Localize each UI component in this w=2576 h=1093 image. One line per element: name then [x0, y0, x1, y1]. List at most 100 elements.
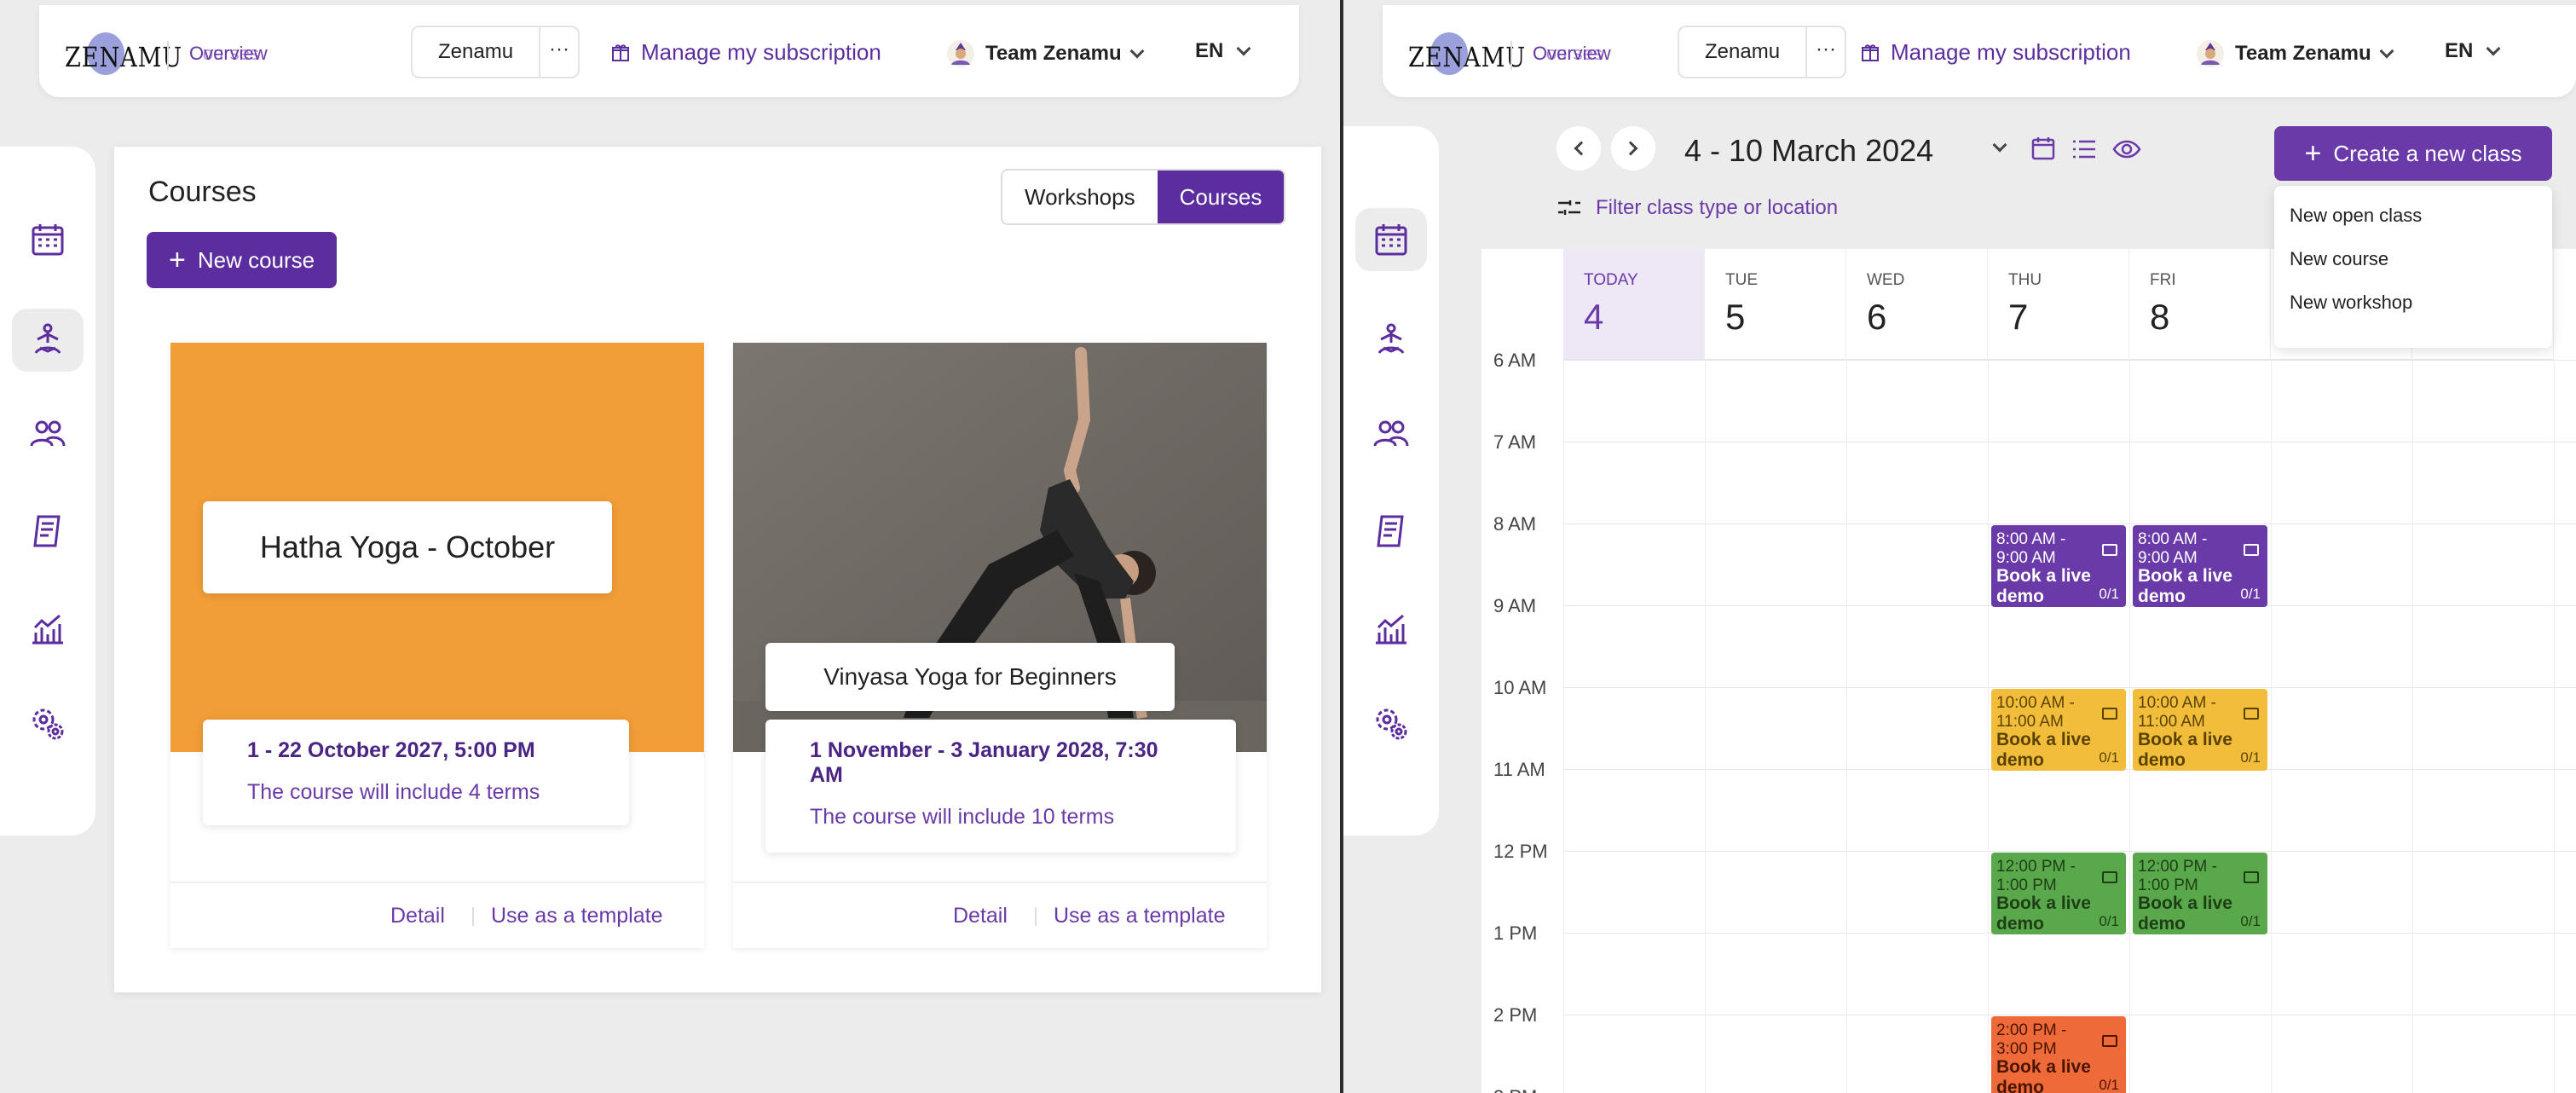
day-header[interactable]: TUE 5: [1705, 249, 1846, 360]
sidebar-item-settings[interactable]: [12, 692, 84, 755]
more-options-button[interactable]: ···: [539, 27, 578, 77]
visibility-icon[interactable]: [2112, 136, 2141, 162]
receipt-icon: [1377, 515, 1404, 547]
menu-item-new-course[interactable]: New course: [2274, 248, 2552, 292]
create-class-button[interactable]: + Create a new class: [2274, 126, 2552, 181]
meditation-icon: [1378, 323, 1405, 354]
day-name: THU: [2008, 271, 2042, 289]
class-event[interactable]: 2:00 PM - 3:00 PM Book a live demo 0/1: [1991, 1016, 2126, 1093]
team-avatar-icon: [2197, 40, 2224, 67]
settings-icon: [1376, 708, 1407, 740]
hour-line: [1563, 360, 2576, 361]
class-event[interactable]: 10:00 AM - 11:00 AM Book a live demo 0/1: [1991, 689, 2126, 771]
sidebar-item-clients[interactable]: [12, 402, 84, 466]
use-as-template-link[interactable]: Use as a template: [1054, 904, 1226, 928]
manage-subscription-link[interactable]: Manage my subscription: [610, 39, 881, 66]
course-card[interactable]: Hatha Yoga - October 1 - 22 October 2027…: [170, 343, 704, 948]
chevron-right-icon: [1623, 141, 1638, 156]
hour-label: 11 AM: [1493, 759, 1545, 780]
manage-subscription-link[interactable]: Manage my subscription: [1860, 39, 2131, 66]
header-divider: [1510, 41, 1512, 70]
overview-link[interactable]: Overview Courses: [189, 43, 268, 65]
filter-class-type[interactable]: Filter class type or location: [1557, 196, 1838, 220]
sidebar-item-calendar[interactable]: [12, 208, 84, 271]
hour-label: 2 PM: [1493, 1004, 1538, 1026]
class-event[interactable]: 8:00 AM - 9:00 AM Book a live demo 0/1: [2133, 525, 2267, 607]
stats-icon: [32, 614, 63, 645]
class-event[interactable]: 12:00 PM - 1:00 PM Book a live demo 0/1: [1991, 853, 2126, 934]
detail-link[interactable]: Detail: [953, 904, 1008, 928]
workspace-switcher[interactable]: Zenamu ···: [411, 26, 580, 78]
calendar-window: ZENAMU Overview Courses Zenamu ··· Manag…: [1343, 0, 2576, 1093]
video-camera-icon: [2244, 871, 2259, 883]
prev-week-button[interactable]: [1557, 126, 1601, 171]
course-terms: The course will include 4 terms: [247, 780, 540, 804]
sidebar-item-payments[interactable]: [12, 500, 84, 563]
language-selector[interactable]: EN: [2445, 39, 2501, 63]
event-capacity: 0/1: [2240, 586, 2261, 602]
gift-icon: [1862, 43, 1879, 61]
day-column-line: [2129, 360, 2130, 1093]
users-icon: [1373, 420, 1409, 447]
course-card-footer: Detail Use as a template: [170, 882, 704, 948]
workspace-name[interactable]: Zenamu: [1679, 27, 1805, 77]
menu-item-new-workshop[interactable]: New workshop: [2274, 292, 2552, 335]
video-camera-icon: [2244, 708, 2259, 720]
more-options-button[interactable]: ···: [1805, 27, 1845, 77]
day-column-line: [1846, 360, 1847, 1093]
header-divider: [167, 41, 169, 70]
workspace-switcher[interactable]: Zenamu ···: [1678, 26, 1847, 78]
sidebar-item-settings[interactable]: [1355, 692, 1427, 755]
sidebar-item-stats[interactable]: [1355, 597, 1427, 660]
calendar-icon: [1375, 224, 1407, 256]
menu-item-new-open-class[interactable]: New open class: [2274, 205, 2552, 248]
chevron-down-icon[interactable]: [1992, 137, 2007, 153]
sidebar-item-courses[interactable]: [12, 309, 84, 372]
overview-link[interactable]: Overview Courses: [1533, 43, 1611, 65]
sidebar-item-courses[interactable]: [1355, 309, 1427, 372]
new-course-button[interactable]: + New course: [147, 232, 338, 288]
calendar-view-icon[interactable]: [2029, 136, 2058, 162]
day-header[interactable]: TODAY 4: [1563, 249, 1705, 360]
hour-label: 10 AM: [1493, 677, 1547, 698]
event-time: 2:00 PM - 3:00 PM: [1996, 1021, 2067, 1058]
hour-label: 12 PM: [1493, 841, 1548, 862]
team-selector[interactable]: Team Zenamu: [946, 39, 1145, 68]
class-event[interactable]: 12:00 PM - 1:00 PM Book a live demo 0/1: [2133, 853, 2267, 934]
list-view-icon[interactable]: [2070, 136, 2099, 162]
day-header[interactable]: FRI 8: [2129, 249, 2271, 360]
event-capacity: 0/1: [2099, 913, 2119, 929]
event-capacity: 0/1: [2240, 913, 2261, 929]
day-name: TUE: [1725, 271, 1758, 289]
day-header[interactable]: WED 6: [1846, 249, 1988, 360]
sidebar-item-calendar[interactable]: [1355, 208, 1427, 271]
day-number: 5: [1725, 297, 1746, 337]
detail-link[interactable]: Detail: [390, 904, 445, 928]
create-class-menu: New open class New course New workshop: [2274, 186, 2552, 348]
toggle-workshops[interactable]: Workshops: [1002, 171, 1158, 223]
sidebar-item-payments[interactable]: [1355, 500, 1427, 563]
class-event[interactable]: 8:00 AM - 9:00 AM Book a live demo 0/1: [1991, 525, 2126, 607]
day-column-line: [2412, 360, 2413, 1093]
sidebar-item-clients[interactable]: [1355, 402, 1427, 466]
chevron-left-icon: [1574, 141, 1589, 156]
course-info: 1 November - 3 January 2028, 7:30 AM The…: [765, 720, 1236, 853]
event-time: 12:00 PM - 1:00 PM: [1996, 858, 2076, 894]
class-event[interactable]: 10:00 AM - 11:00 AM Book a live demo 0/1: [2133, 689, 2267, 771]
language-selector[interactable]: EN: [1195, 39, 1251, 63]
use-as-template-link[interactable]: Use as a template: [491, 904, 663, 928]
course-title: Vinyasa Yoga for Beginners: [765, 643, 1175, 711]
day-header[interactable]: THU 7: [1988, 249, 2129, 360]
toggle-courses[interactable]: Courses: [1157, 171, 1285, 223]
day-column-line: [2554, 360, 2555, 1093]
course-card[interactable]: Vinyasa Yoga for Beginners 1 November - …: [733, 343, 1267, 948]
date-range-label[interactable]: 4 - 10 March 2024: [1684, 133, 1933, 169]
zenamu-logo[interactable]: ZENAMU: [1408, 32, 1525, 75]
zenamu-logo[interactable]: ZENAMU: [65, 32, 182, 75]
workshops-courses-toggle[interactable]: Workshops Courses: [1001, 169, 1286, 225]
event-name: Book a live demo: [1996, 566, 2091, 606]
workspace-name[interactable]: Zenamu: [413, 27, 539, 77]
next-week-button[interactable]: [1611, 126, 1655, 171]
team-selector[interactable]: Team Zenamu: [2196, 39, 2394, 68]
sidebar-item-stats[interactable]: [12, 597, 84, 660]
